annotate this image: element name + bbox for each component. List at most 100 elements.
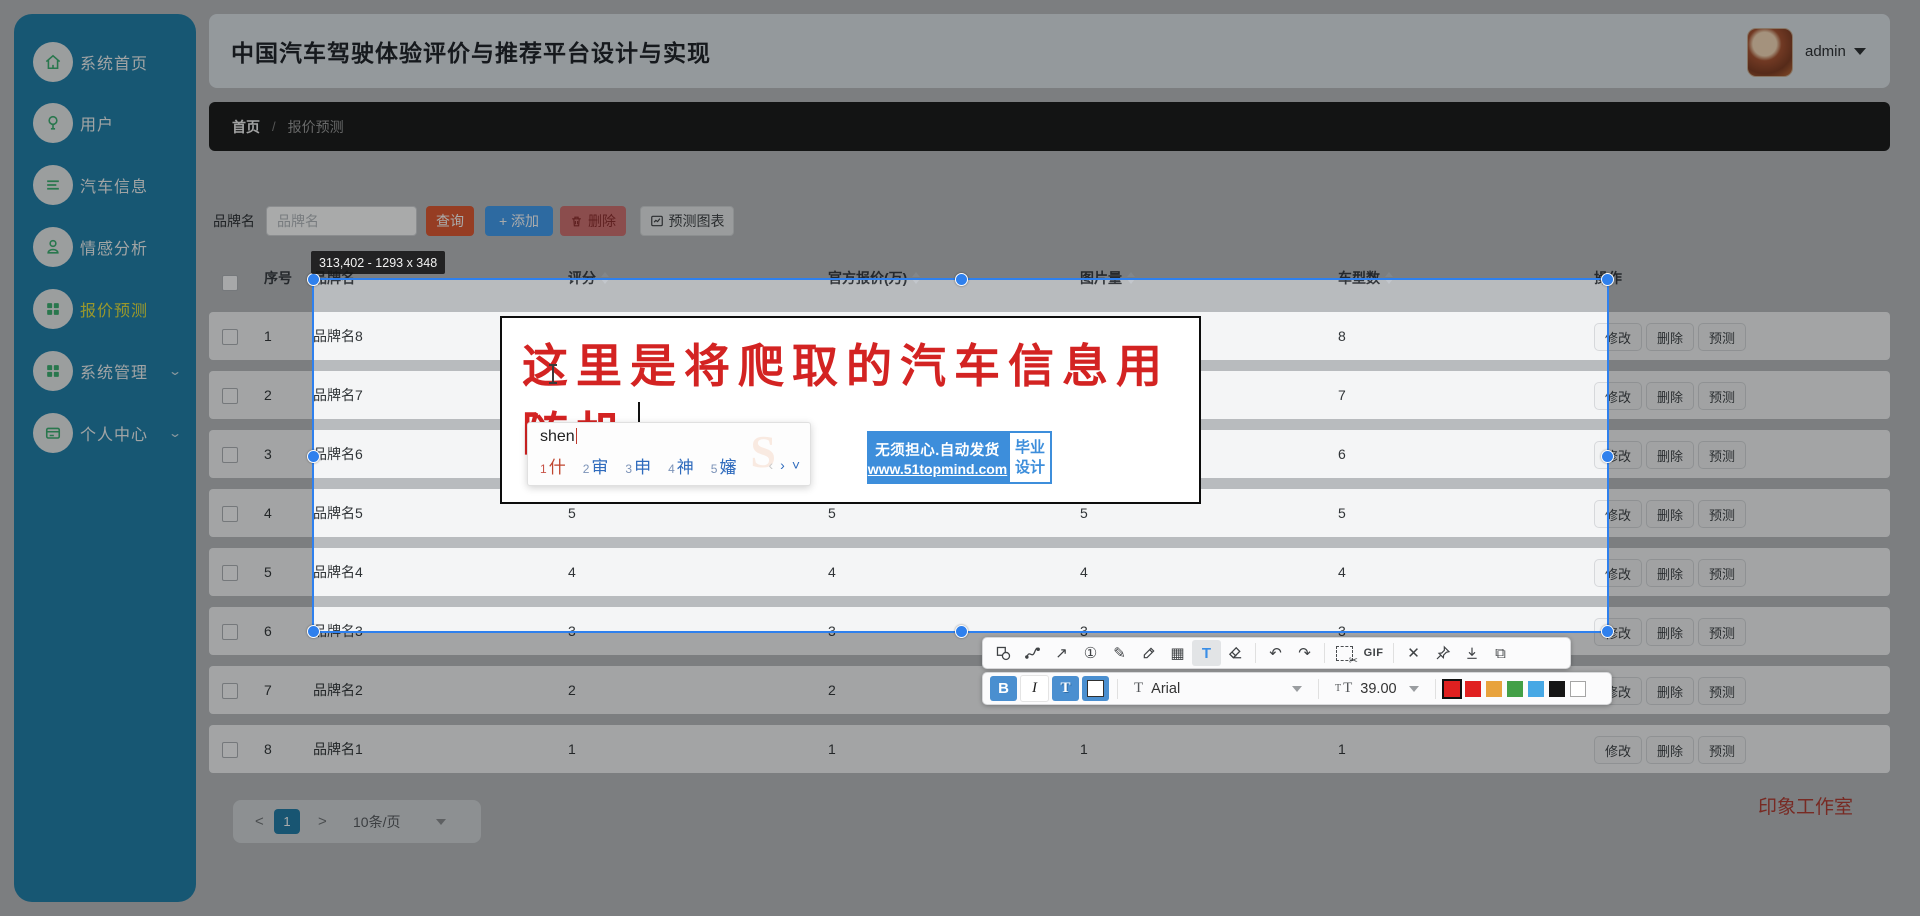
arrow-tool-icon[interactable]: ↗: [1047, 640, 1076, 666]
color-swatch[interactable]: [1444, 681, 1460, 697]
selection-handle[interactable]: [955, 625, 968, 638]
edit-button[interactable]: 修改: [1594, 559, 1642, 587]
predict-button[interactable]: 预测: [1698, 500, 1746, 528]
font-size-select[interactable]: T T 39.00: [1327, 676, 1427, 701]
color-swatch[interactable]: [1507, 681, 1523, 697]
page-prev-button[interactable]: <: [255, 800, 264, 843]
trim-capture-icon[interactable]: ✂: [1330, 640, 1359, 666]
copy-icon[interactable]: ⧉: [1486, 640, 1515, 666]
font-family-select[interactable]: T Arial: [1126, 676, 1310, 701]
page-number-button[interactable]: 1: [274, 809, 300, 834]
breadcrumb-home[interactable]: 首页: [232, 117, 260, 137]
ime-expand-icon[interactable]: ˅: [792, 457, 800, 473]
bold-button[interactable]: B: [990, 676, 1017, 701]
edit-button[interactable]: 修改: [1594, 382, 1642, 410]
sidebar-item-6[interactable]: 系统管理⌄: [14, 347, 196, 395]
shape-tool-icon[interactable]: [989, 640, 1018, 666]
column-header[interactable]: 评分: [568, 268, 609, 288]
ime-candidate[interactable]: 3申: [625, 453, 651, 478]
watermark-ad[interactable]: 无须担心.自动发货 www.51topmind.com 毕业 设计: [867, 431, 1052, 484]
delete-row-button[interactable]: 删除: [1646, 559, 1694, 587]
avatar[interactable]: [1747, 28, 1793, 77]
delete-row-button[interactable]: 删除: [1646, 677, 1694, 705]
sidebar-item-1[interactable]: 系统首页: [14, 38, 196, 86]
text-tool-icon[interactable]: T: [1192, 640, 1221, 666]
page-next-button[interactable]: >: [318, 800, 327, 843]
edit-button[interactable]: 修改: [1594, 500, 1642, 528]
predict-button[interactable]: 预测: [1698, 441, 1746, 469]
delete-row-button[interactable]: 删除: [1646, 441, 1694, 469]
predict-button[interactable]: 预测: [1698, 559, 1746, 587]
column-header[interactable]: 车型数: [1338, 268, 1393, 288]
predict-button[interactable]: 预测: [1698, 382, 1746, 410]
selection-handle[interactable]: [307, 273, 320, 286]
delete-row-button[interactable]: 删除: [1646, 618, 1694, 646]
brand-search-input[interactable]: [266, 206, 417, 236]
user-menu[interactable]: admin: [1805, 14, 1866, 88]
column-header[interactable]: 官方报价(万): [828, 268, 920, 288]
italic-button[interactable]: I: [1020, 675, 1049, 702]
row-checkbox[interactable]: [222, 742, 238, 758]
predict-button[interactable]: 预测: [1698, 323, 1746, 351]
sidebar-item-4[interactable]: 情感分析: [14, 223, 196, 271]
row-checkbox[interactable]: [222, 447, 238, 463]
pin-icon[interactable]: [1428, 640, 1457, 666]
sort-icon[interactable]: [1127, 272, 1135, 284]
sort-icon[interactable]: [912, 272, 920, 284]
redo-icon[interactable]: ↷: [1290, 640, 1319, 666]
color-swatch[interactable]: [1465, 681, 1481, 697]
ime-candidate[interactable]: 2审: [583, 453, 609, 478]
color-swatch[interactable]: [1528, 681, 1544, 697]
delete-row-button[interactable]: 删除: [1646, 736, 1694, 764]
page-size-select[interactable]: 10条/页: [353, 800, 400, 843]
row-checkbox[interactable]: [222, 683, 238, 699]
predict-button[interactable]: 预测: [1698, 736, 1746, 764]
sort-icon[interactable]: [601, 272, 609, 284]
predict-chart-button[interactable]: 预测图表: [640, 206, 734, 236]
selection-handle[interactable]: [307, 625, 320, 638]
marker-tool-icon[interactable]: [1134, 640, 1163, 666]
selection-handle[interactable]: [955, 273, 968, 286]
add-button[interactable]: + 添加: [485, 206, 553, 236]
ime-prev-icon[interactable]: ‹: [768, 457, 773, 473]
row-checkbox[interactable]: [222, 624, 238, 640]
sort-icon[interactable]: [1385, 272, 1393, 284]
edit-button[interactable]: 修改: [1594, 736, 1642, 764]
sidebar-item-5[interactable]: 报价预测: [14, 285, 196, 333]
selection-handle[interactable]: [1601, 273, 1614, 286]
curve-tool-icon[interactable]: [1018, 640, 1047, 666]
selection-handle[interactable]: [1601, 450, 1614, 463]
download-icon[interactable]: [1457, 640, 1486, 666]
sidebar-item-7[interactable]: 个人中心⌄: [14, 409, 196, 457]
sidebar-item-3[interactable]: 汽车信息: [14, 161, 196, 209]
predict-button[interactable]: 预测: [1698, 618, 1746, 646]
edit-button[interactable]: 修改: [1594, 323, 1642, 351]
gif-tool[interactable]: GIF: [1359, 640, 1388, 666]
delete-row-button[interactable]: 删除: [1646, 323, 1694, 351]
ime-next-icon[interactable]: ›: [780, 457, 785, 473]
text-style-button[interactable]: T: [1052, 676, 1079, 701]
undo-icon[interactable]: ↶: [1261, 640, 1290, 666]
row-checkbox[interactable]: [222, 329, 238, 345]
color-swatch[interactable]: [1486, 681, 1502, 697]
delete-button[interactable]: 删除: [560, 206, 626, 236]
mosaic-tool-icon[interactable]: ▦: [1163, 640, 1192, 666]
ime-candidate[interactable]: 5嬸: [711, 453, 737, 478]
column-header[interactable]: 图片量: [1080, 268, 1135, 288]
selection-handle[interactable]: [307, 450, 320, 463]
color-swatch[interactable]: [1549, 681, 1565, 697]
text-background-button[interactable]: [1082, 676, 1109, 701]
row-checkbox[interactable]: [222, 565, 238, 581]
delete-row-button[interactable]: 删除: [1646, 500, 1694, 528]
predict-button[interactable]: 预测: [1698, 677, 1746, 705]
pencil-tool-icon[interactable]: ✎: [1105, 640, 1134, 666]
sidebar-item-2[interactable]: 用户: [14, 99, 196, 147]
delete-row-button[interactable]: 删除: [1646, 382, 1694, 410]
selection-handle[interactable]: [1601, 625, 1614, 638]
ime-candidate[interactable]: 4神: [668, 453, 694, 478]
color-swatch[interactable]: [1570, 681, 1586, 697]
row-checkbox[interactable]: [222, 506, 238, 522]
step-number-tool-icon[interactable]: ①: [1076, 640, 1105, 666]
search-button[interactable]: 查询: [426, 206, 474, 236]
eraser-tool-icon[interactable]: [1221, 640, 1250, 666]
